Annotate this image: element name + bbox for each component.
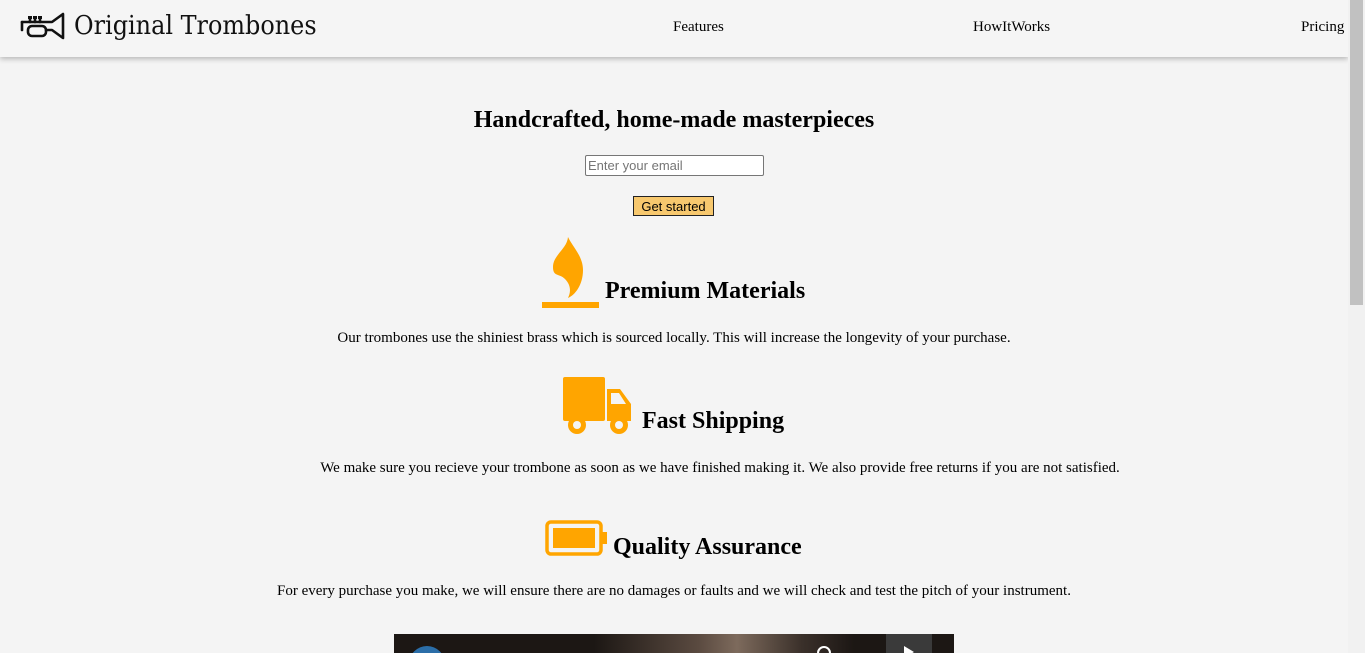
fire-icon — [542, 237, 599, 308]
email-input[interactable] — [585, 155, 764, 176]
channel-avatar[interactable] — [409, 646, 445, 653]
nav-link-pricing[interactable]: Pricing — [1301, 19, 1344, 36]
scrollbar[interactable] — [1348, 0, 1365, 653]
feature-heading-quality-assurance: Quality Assurance — [613, 534, 802, 560]
nav-link-how-it-works[interactable]: HowItWorks — [973, 19, 1050, 36]
share-button[interactable] — [886, 634, 932, 653]
feature-text-premium-materials: Our trombones use the shiniest brass whi… — [337, 330, 1011, 346]
feature-heading-premium-materials: Premium Materials — [605, 278, 806, 304]
logo[interactable]: Original Trombones — [20, 8, 338, 44]
share-arrow-icon — [904, 646, 914, 653]
trumpet-logo-icon — [20, 12, 65, 40]
page: Original Trombones Features HowItWorks P… — [0, 0, 1365, 653]
scrollbar-thumb[interactable] — [1350, 0, 1363, 305]
hero-title: Handcrafted, home-made masterpieces — [473, 107, 875, 133]
feature-text-fast-shipping: We make sure you recieve your trombone a… — [320, 460, 1120, 476]
site-header: Original Trombones Features HowItWorks P… — [0, 0, 1348, 57]
info-icon[interactable] — [817, 646, 831, 653]
truck-icon — [563, 377, 631, 434]
get-started-button[interactable]: Get started — [633, 196, 714, 216]
feature-text-quality-assurance: For every purchase you make, we will ens… — [277, 583, 1071, 599]
brand-name: Original Trombones — [74, 11, 317, 41]
video-player[interactable] — [394, 634, 954, 653]
battery-full-icon — [545, 520, 607, 556]
nav-link-features[interactable]: Features — [673, 19, 724, 36]
feature-heading-fast-shipping: Fast Shipping — [642, 408, 785, 434]
video-thumbnail — [594, 634, 854, 653]
